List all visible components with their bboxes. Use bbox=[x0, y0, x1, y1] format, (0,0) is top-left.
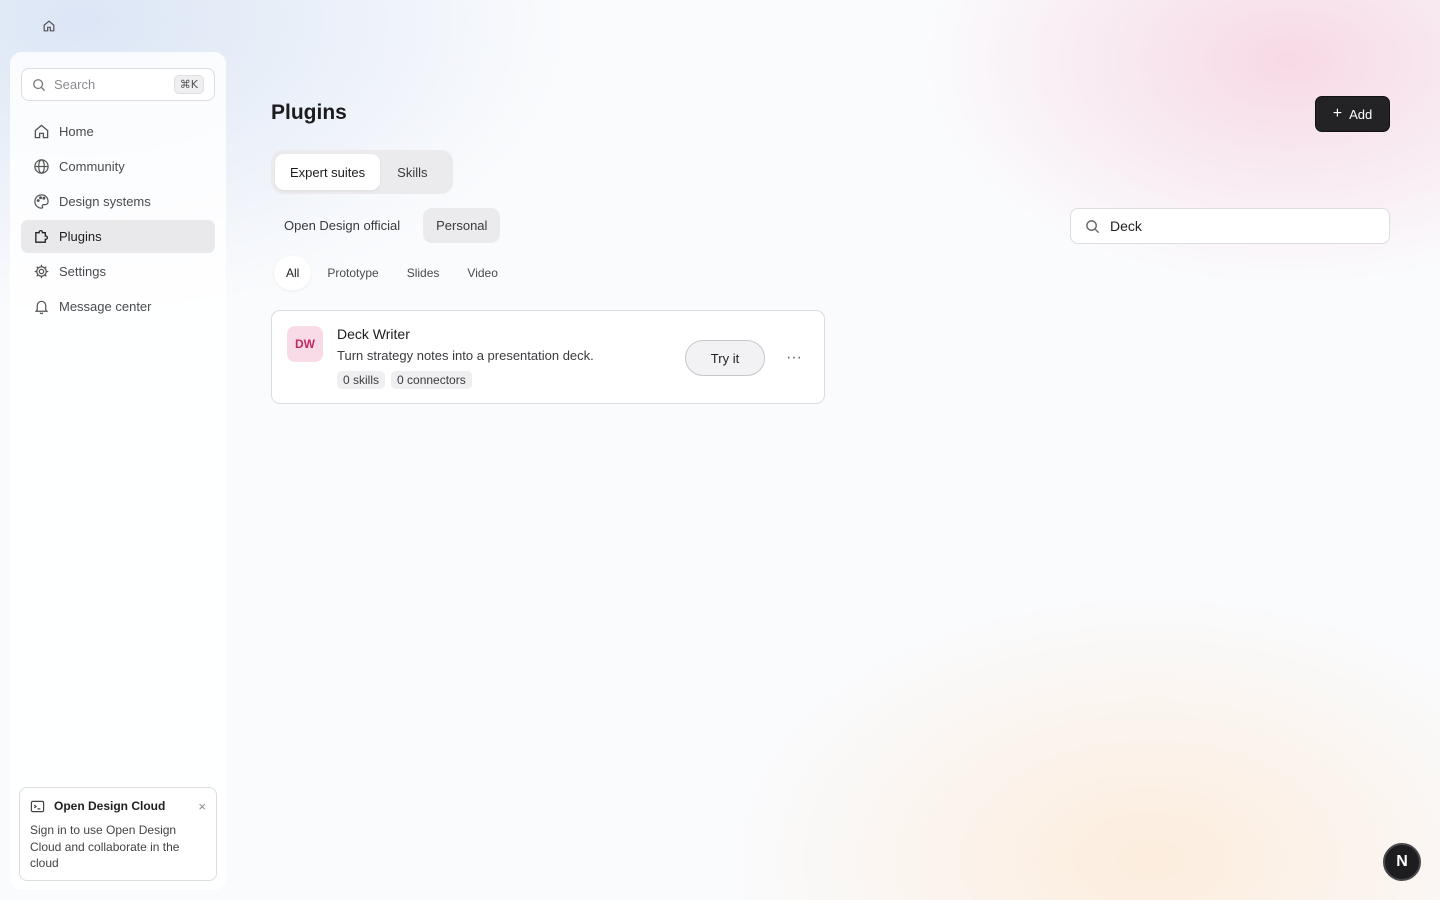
tab-video[interactable]: Video bbox=[455, 256, 509, 290]
plugin-search-field[interactable]: Deck bbox=[1070, 208, 1390, 244]
sidebar-item-label: Settings bbox=[59, 264, 106, 279]
tab-all[interactable]: All bbox=[274, 256, 312, 290]
gear-icon bbox=[34, 264, 49, 279]
terminal-icon bbox=[30, 800, 45, 812]
search-icon bbox=[33, 78, 46, 91]
bell-icon bbox=[34, 300, 49, 315]
add-button-label: Add bbox=[1349, 106, 1373, 122]
source-filters: Open Design official Personal bbox=[271, 208, 501, 243]
tab-skills[interactable]: Skills bbox=[382, 154, 442, 190]
search-icon bbox=[1086, 219, 1100, 233]
try-it-button[interactable]: Try it bbox=[685, 340, 765, 376]
tab-expert-suites[interactable]: Expert suites bbox=[275, 154, 381, 190]
puzzle-icon bbox=[35, 229, 49, 243]
sidebar-item-label: Design systems bbox=[59, 194, 151, 209]
globe-icon bbox=[34, 159, 49, 174]
home-icon bbox=[34, 124, 49, 139]
page-title: Plugins bbox=[271, 101, 347, 124]
cloud-card-title: Open Design Cloud bbox=[54, 799, 166, 813]
sidebar-item-message-center[interactable]: Message center bbox=[21, 290, 215, 323]
skills-count-badge: 0 skills bbox=[337, 371, 386, 389]
sidebar-item-settings[interactable]: Settings bbox=[21, 255, 215, 288]
connectors-count-badge: 0 connectors bbox=[391, 371, 472, 389]
sidebar-search-input[interactable]: Search ⌘K bbox=[21, 68, 215, 101]
search-placeholder: Search bbox=[54, 77, 96, 92]
cloud-promo-card: Open Design Cloud × Sign in to use Open … bbox=[19, 787, 217, 881]
plugin-tags: 0 skills 0 connectors bbox=[337, 371, 472, 389]
sidebar-item-home[interactable]: Home bbox=[21, 115, 215, 148]
add-plugin-button[interactable]: + Add bbox=[1315, 96, 1390, 132]
sidebar-nav: Home Community Design systems Plugins Se… bbox=[21, 115, 215, 325]
sidebar-item-label: Home bbox=[59, 124, 94, 139]
plugin-description: Turn strategy notes into a presentation … bbox=[337, 348, 594, 363]
user-avatar-badge[interactable]: N bbox=[1383, 843, 1421, 881]
tab-slides[interactable]: Slides bbox=[395, 256, 452, 290]
cloud-card-text: Sign in to use Open Design Cloud and col… bbox=[30, 823, 180, 870]
sidebar-item-design-systems[interactable]: Design systems bbox=[21, 185, 215, 218]
filter-open-design-official[interactable]: Open Design official bbox=[271, 208, 413, 243]
sidebar-item-community[interactable]: Community bbox=[21, 150, 215, 183]
filter-personal[interactable]: Personal bbox=[423, 208, 501, 243]
plugin-search-input[interactable]: Deck bbox=[1110, 218, 1375, 234]
home-icon[interactable] bbox=[38, 15, 60, 37]
sidebar-item-label: Plugins bbox=[59, 229, 102, 244]
type-tabs: All Prototype Slides Video bbox=[274, 256, 510, 290]
sidebar-item-label: Community bbox=[59, 159, 125, 174]
sidebar: Search ⌘K Home Community Design systems … bbox=[10, 52, 226, 890]
more-options-icon[interactable]: ··· bbox=[782, 346, 806, 370]
suite-tabs: Expert suites Skills bbox=[271, 150, 453, 194]
palette-icon bbox=[34, 194, 49, 209]
plugin-name: Deck Writer bbox=[337, 326, 410, 342]
plugin-card: DW Deck Writer Turn strategy notes into … bbox=[271, 310, 825, 404]
plugin-avatar: DW bbox=[287, 326, 323, 362]
close-icon[interactable]: × bbox=[198, 799, 206, 814]
sidebar-item-label: Message center bbox=[59, 299, 152, 314]
plus-icon: + bbox=[1332, 105, 1343, 122]
tab-prototype[interactable]: Prototype bbox=[315, 256, 390, 290]
search-shortcut-badge: ⌘K bbox=[173, 75, 204, 94]
sidebar-item-plugins[interactable]: Plugins bbox=[21, 220, 215, 253]
